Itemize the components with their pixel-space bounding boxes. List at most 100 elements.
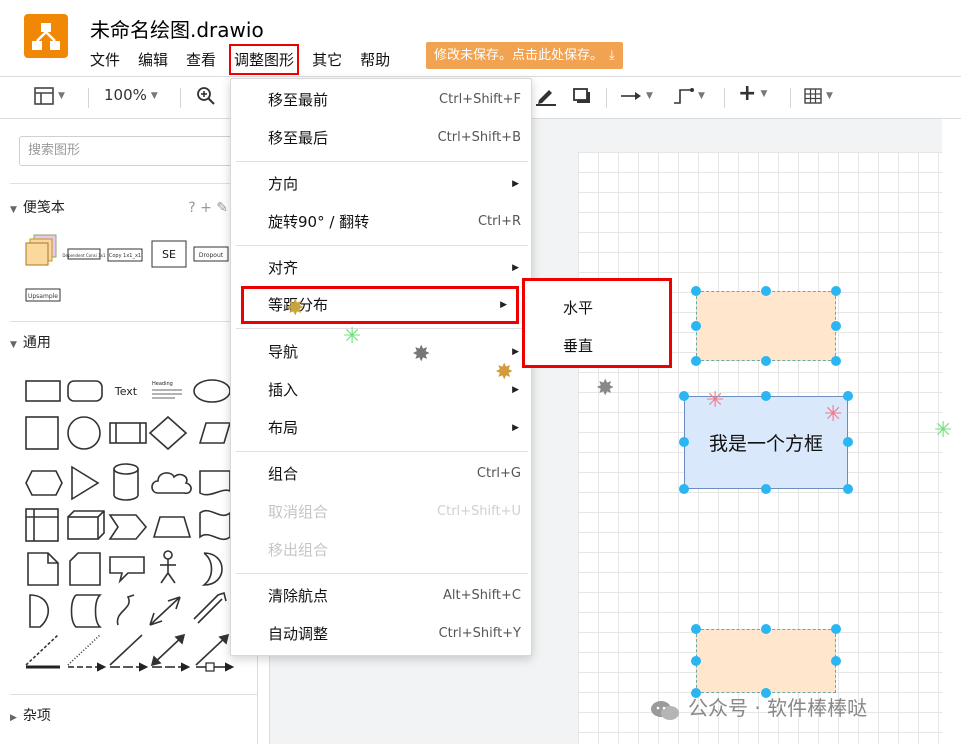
chevron-down-icon: ▼ — [698, 90, 705, 101]
resize-handle[interactable] — [679, 437, 689, 447]
sparkle-icon: ✳ — [343, 324, 362, 349]
menu-item-layout[interactable]: 布局 ▶ — [231, 409, 531, 447]
resize-handle[interactable] — [691, 286, 701, 296]
menu-view[interactable]: 查看 — [186, 49, 216, 70]
download-icon: ⤓ — [609, 48, 615, 63]
parallelogram-shape — [198, 422, 232, 444]
menu-item-group[interactable]: 组合 Ctrl+G — [231, 455, 531, 493]
document-title[interactable]: 未命名绘图.drawio — [90, 14, 264, 43]
chevron-right-icon: ▶ — [512, 179, 519, 189]
peach-rectangle-top[interactable] — [696, 291, 836, 361]
scratchpad-shapes: Dependent Consi 1x1 Copy 1x1_x1 SE Dropo… — [10, 229, 258, 309]
resize-handle[interactable] — [831, 321, 841, 331]
shadow-icon — [573, 87, 590, 103]
cylinder-shape — [113, 463, 139, 501]
menu-item-ungroup[interactable]: 取消组合 Ctrl+Shift+U — [231, 493, 531, 531]
drawio-logo-icon — [24, 14, 68, 58]
menu-extras[interactable]: 其它 — [312, 49, 342, 70]
panel-layout-icon — [34, 86, 54, 105]
scratchpad-header[interactable]: ▼ 便笺本 ? + ✎ — [10, 195, 258, 221]
menu-help[interactable]: 帮助 — [360, 49, 390, 70]
toolbar-separator — [180, 88, 181, 108]
menu-item-direction[interactable]: 方向 ▶ — [231, 165, 531, 203]
menu-separator — [236, 161, 528, 162]
shadow-button[interactable] — [572, 86, 592, 105]
scratch-item-1: Dependent Consi 1x1 — [62, 253, 106, 258]
misc-header[interactable]: ▶ 杂项 — [10, 703, 258, 729]
trapezoid-shape — [152, 516, 192, 538]
resize-handle[interactable] — [761, 286, 771, 296]
step-shape — [108, 514, 148, 540]
menu-separator — [236, 451, 528, 452]
connector-box-shape — [196, 662, 235, 672]
resize-handle[interactable] — [691, 321, 701, 331]
resize-handle[interactable] — [761, 391, 771, 401]
blue-rectangle-label: 我是一个方框 — [708, 433, 823, 455]
unsaved-changes-label: 修改未保存。点击此处保存。 — [434, 48, 604, 63]
resize-handle[interactable] — [831, 286, 841, 296]
scratch-item-2: Copy 1x1_x1 — [109, 253, 141, 259]
menu-item-insert[interactable]: 插入 ▶ — [231, 371, 531, 409]
wechat-icon — [651, 700, 679, 720]
menu-item-rotate-flip[interactable]: 旋转90° / 翻转 Ctrl+R — [231, 203, 531, 241]
chevron-down-icon: ▼ — [58, 90, 65, 101]
menu-item-clear-waypoints[interactable]: 清除航点 Alt+Shift+C — [231, 577, 531, 615]
resize-handle[interactable] — [843, 391, 853, 401]
sparkle-icon: ✸ — [596, 376, 615, 401]
peach-rectangle-bottom[interactable] — [696, 629, 836, 693]
resize-handle[interactable] — [843, 437, 853, 447]
resize-handle[interactable] — [761, 624, 771, 634]
menu-item-distribute[interactable]: 等距分布 ▶ — [241, 286, 519, 324]
arrow-right-icon — [621, 91, 641, 100]
connection-style-button[interactable]: ▼ — [620, 86, 653, 104]
zoom-select[interactable]: 100% ▼ — [104, 86, 158, 104]
format-panel-toggle[interactable]: ▼ — [34, 86, 65, 105]
waypoints-button[interactable]: ▼ — [672, 86, 705, 105]
scratch-item-4: Dropout — [199, 252, 224, 259]
general-header[interactable]: ▼ 通用 — [10, 330, 258, 356]
search-input[interactable]: 搜索图形 — [19, 136, 239, 166]
menu-arrange[interactable]: 调整图形 — [229, 43, 300, 75]
line-color-button[interactable] — [535, 86, 557, 106]
menu-item-remove-from-group[interactable]: 移出组合 — [231, 531, 531, 569]
triangle-shape — [71, 465, 100, 501]
menu-item-to-back[interactable]: 移至最后 Ctrl+Shift+B — [231, 119, 531, 157]
curved-arrow-shape — [116, 594, 135, 626]
chevron-right-icon: ▶ — [512, 423, 519, 433]
toolbar-separator — [790, 88, 791, 108]
resize-handle[interactable] — [691, 624, 701, 634]
menu-item-navigation[interactable]: 导航 ▶ — [231, 333, 531, 371]
resize-handle[interactable] — [831, 356, 841, 366]
delay-shape — [29, 594, 50, 628]
arrange-dropdown-menu: 移至最前 Ctrl+Shift+F 移至最后 Ctrl+Shift+B 方向 ▶ 旋转… — [230, 78, 532, 656]
resize-handle[interactable] — [679, 391, 689, 401]
resize-handle[interactable] — [831, 656, 841, 666]
submenu-item-vertical[interactable]: 垂直 — [563, 335, 593, 356]
unsaved-changes-button[interactable]: 修改未保存。点击此处保存。 ⤓ — [426, 42, 623, 69]
resize-handle[interactable] — [761, 356, 771, 366]
menu-item-to-front[interactable]: 移至最前 Ctrl+Shift+F — [231, 81, 531, 119]
menu-separator — [236, 328, 528, 329]
resize-handle[interactable] — [761, 484, 771, 494]
resize-handle[interactable] — [843, 484, 853, 494]
zoom-in-button[interactable] — [196, 86, 216, 106]
resize-handle[interactable] — [679, 484, 689, 494]
resize-handle[interactable] — [691, 356, 701, 366]
menu-item-autosize[interactable]: 自动调整 Ctrl+Shift+Y — [231, 615, 531, 653]
scratchpad-tools[interactable]: ? + ✎ — [188, 195, 228, 221]
chevron-down-icon: ▼ — [150, 90, 158, 101]
insert-button[interactable]: + ▼ — [738, 81, 767, 106]
textbox-shape: Heading — [152, 381, 182, 399]
menu-file[interactable]: 文件 — [90, 49, 120, 70]
heading-shape: Heading — [152, 381, 173, 387]
submenu-item-horizontal[interactable]: 水平 — [563, 297, 593, 318]
menu-item-align[interactable]: 对齐 ▶ — [231, 249, 531, 287]
toolbar-separator — [606, 88, 607, 108]
resize-handle[interactable] — [691, 656, 701, 666]
menu-edit[interactable]: 编辑 — [138, 49, 168, 70]
table-button[interactable]: ▼ — [804, 86, 833, 104]
diamond-shape — [148, 415, 188, 451]
resize-handle[interactable] — [831, 624, 841, 634]
table-icon — [804, 87, 822, 104]
chevron-down-icon: ▼ — [760, 89, 768, 99]
